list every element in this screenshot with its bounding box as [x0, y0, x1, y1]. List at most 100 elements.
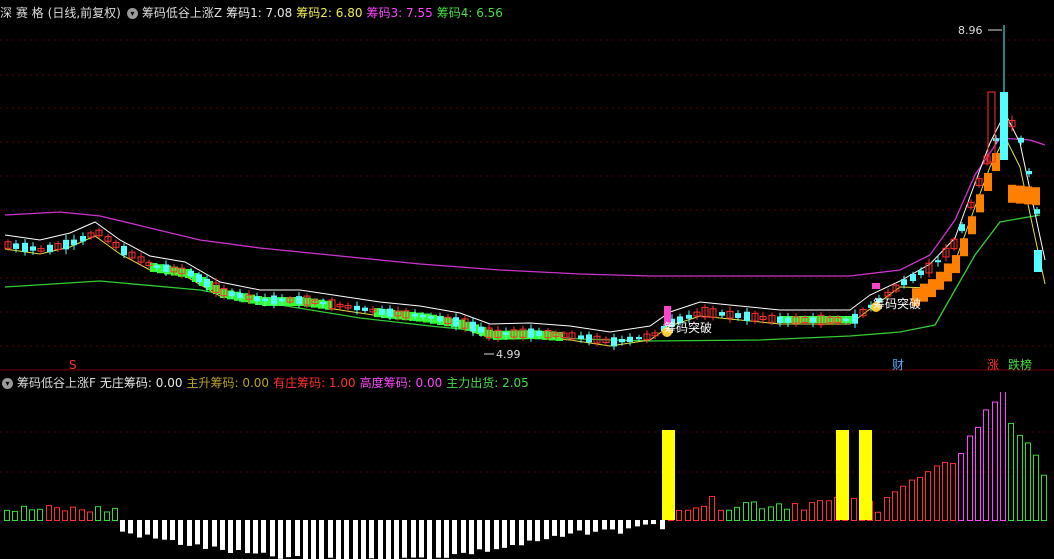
sub-indicator-name[interactable]: 筹码低谷上涨F	[17, 376, 96, 390]
ind-bar-22	[187, 520, 192, 546]
ind-bar-77	[643, 520, 648, 525]
candle-body-76	[636, 337, 642, 340]
ind-bar-24	[203, 520, 208, 549]
ind-bar-59	[494, 520, 499, 550]
ind-bar-106	[884, 497, 890, 521]
ind-bar-122	[1017, 434, 1023, 521]
candle-body-60	[503, 332, 509, 335]
orange-band-block-13	[1016, 185, 1024, 204]
ind-bar-91	[759, 508, 765, 522]
candle-body-50	[420, 314, 426, 318]
ind-bar-28	[236, 520, 241, 551]
green-band-block-49	[493, 330, 500, 340]
tag-diebang: 跌榜	[1008, 357, 1032, 372]
ind-bar-68	[568, 520, 573, 534]
orange-band-block-14	[1024, 186, 1032, 205]
candle-body-101	[843, 318, 849, 322]
candle-body-108	[901, 279, 907, 286]
ind-bar-117	[975, 426, 981, 521]
ind-bar-32	[270, 520, 275, 557]
candle-body-63	[528, 328, 534, 338]
candle-body-7	[63, 239, 69, 250]
ind-bar-20	[170, 520, 175, 541]
candle-body-22	[188, 270, 194, 277]
candle-body-94	[785, 317, 791, 323]
ind-bar-93	[776, 503, 782, 521]
candle-body-57	[478, 326, 484, 333]
ind-bar-66	[552, 520, 557, 536]
ind-bar-60	[502, 520, 507, 548]
ind-bar-89	[743, 502, 749, 521]
ind-bar-1	[12, 510, 18, 522]
candle-body-28	[237, 292, 243, 299]
ind-bar-49	[411, 520, 416, 558]
candle-body-56	[470, 321, 476, 332]
candle-body-43	[362, 307, 368, 311]
sub-chart-header: ▾ 筹码低谷上涨F 无庄筹码: 0.00 主升筹码: 0.00 有庄筹码: 1.00 高度…	[0, 374, 537, 392]
ind-bar-109	[909, 479, 915, 521]
ind-bar-50	[419, 520, 424, 558]
candle-body-74	[619, 338, 625, 343]
candle-body-102	[852, 313, 858, 324]
ind-bar-25	[212, 520, 217, 547]
ind-bar-83	[693, 507, 699, 521]
candle-body-69	[578, 335, 584, 339]
ind-bar-18	[153, 520, 158, 539]
ind-bar-67	[560, 520, 565, 537]
orange-band-block-4	[944, 263, 952, 282]
upper-band-line	[4, 137, 1046, 277]
indicator-chart[interactable]	[0, 392, 1054, 559]
candle-body-70	[586, 334, 592, 343]
ind-bar-2	[21, 505, 27, 522]
ind-bar-119	[992, 401, 998, 522]
ind-bar-6	[54, 507, 60, 522]
ind-bar-102	[851, 497, 857, 522]
candle-body-33	[279, 298, 285, 302]
candle-body-42	[354, 305, 360, 311]
ind-bar-99	[826, 500, 832, 522]
ind-bar-113	[942, 461, 948, 521]
ind-bar-97	[809, 502, 815, 521]
ind-bar-54	[452, 520, 457, 555]
orange-band-block-15	[1032, 187, 1040, 206]
ind-bar-74	[618, 520, 623, 534]
ind-bar-9	[79, 509, 85, 522]
candle-body-38	[320, 301, 326, 305]
price-chart[interactable]: 8.964.99筹码突破筹码突破S 财涨跌榜	[0, 0, 1054, 372]
settings-circle-icon-2[interactable]: ▾	[2, 378, 13, 389]
ind-bar-26	[220, 520, 225, 550]
ind-bar-86	[718, 509, 724, 522]
ind-bar-120	[1000, 392, 1006, 522]
candle-body-19	[163, 264, 169, 272]
orange-band-block-12	[1008, 184, 1016, 203]
ind-bar-115	[958, 452, 964, 521]
ind-bar-61	[510, 520, 515, 546]
ind-bar-29	[245, 520, 250, 554]
ind-bar-84	[701, 505, 707, 522]
ind-bar-42	[353, 520, 358, 559]
ind-bar-107	[892, 491, 898, 521]
yellow-spike-2	[859, 430, 872, 520]
ind-bar-64	[535, 520, 540, 542]
candle-body-30	[254, 296, 260, 302]
candle-body-93	[777, 316, 783, 323]
last-candle	[1034, 250, 1042, 272]
ind-bar-110	[917, 476, 923, 521]
candle-body-82	[686, 314, 692, 319]
ind-bar-47	[394, 520, 399, 559]
candle-body-32	[271, 295, 277, 305]
tag-cai: 财	[892, 358, 904, 372]
ind-bar-72	[602, 520, 607, 530]
candle-body-52	[437, 316, 443, 322]
candle-body-45	[379, 308, 385, 315]
orange-band-block-2	[928, 279, 936, 298]
ind-bar-79	[660, 520, 665, 530]
ind-bar-41	[344, 520, 349, 559]
candle-body-119	[993, 138, 999, 142]
ind-bar-27	[228, 520, 233, 553]
ind-bar-87	[726, 509, 732, 522]
breakout-1-label: 筹码突破	[664, 320, 712, 335]
orange-band-block-9	[984, 173, 992, 191]
ind-bar-90	[751, 501, 757, 522]
ind-bar-92	[768, 506, 774, 522]
